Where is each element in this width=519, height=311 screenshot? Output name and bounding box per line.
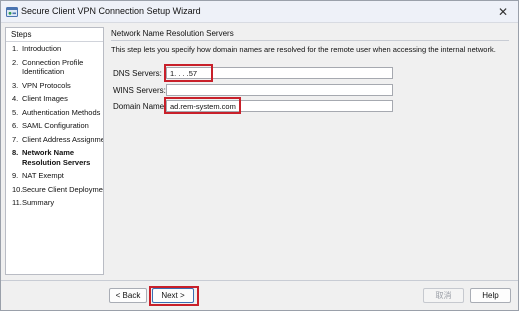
domain-name-label: Domain Name: — [113, 102, 167, 111]
step-secure-client-deployment: 10. Secure Client Deployme — [12, 184, 103, 194]
step-label: Secure Client Deployme — [22, 184, 103, 194]
wizard-window: Secure Client VPN Connection Setup Wizar… — [0, 0, 519, 311]
step-vpn-protocols: 3. VPN Protocols — [6, 81, 103, 91]
section-title: Network Name Resolution Servers — [111, 29, 234, 38]
wins-servers-label: WINS Servers: — [113, 86, 166, 95]
step-label: VPN Protocols — [22, 80, 71, 90]
help-button[interactable]: Help — [470, 288, 511, 303]
step-client-address-assignment: 7. Client Address Assignme — [12, 134, 103, 144]
step-saml-configuration: 6. SAML Configuration — [6, 121, 103, 131]
step-label: Summary — [22, 198, 55, 207]
dns-servers-input[interactable] — [166, 67, 393, 79]
step-nat-exempt: 9. NAT Exempt — [6, 171, 103, 181]
step-description: This step lets you specify how domain na… — [111, 45, 496, 54]
step-label: Connection Profile Identification — [22, 57, 84, 77]
close-icon[interactable]: ✕ — [492, 3, 514, 21]
cancel-button[interactable]: 取消 — [423, 288, 464, 303]
footer-divider — [1, 280, 518, 281]
step-introduction: 1. Introduction — [6, 44, 103, 54]
step-label: SAML Configuration — [22, 121, 89, 130]
step-label: NAT Exempt — [22, 171, 64, 180]
step-connection-profile: 2. Connection Profile Identification — [6, 58, 103, 77]
steps-header: Steps — [6, 28, 103, 42]
content-panel: Network Name Resolution Servers This ste… — [107, 27, 514, 275]
step-summary: 11. Summary — [6, 198, 103, 208]
wins-servers-input[interactable] — [166, 84, 393, 96]
step-client-images: 4. Client Images — [6, 94, 103, 104]
dns-servers-label: DNS Servers: — [113, 69, 162, 78]
window-title: Secure Client VPN Connection Setup Wizar… — [21, 6, 201, 16]
section-divider — [111, 40, 509, 41]
step-network-name-resolution: 8. Network Name Resolution Servers — [6, 148, 103, 167]
step-authentication-methods: 5. Authentication Methods — [6, 108, 103, 118]
step-label: Introduction — [22, 44, 62, 53]
next-button[interactable]: Next > — [152, 288, 194, 303]
steps-list: 1. Introduction 2. Connection Profile Id… — [6, 44, 103, 212]
step-label: Client Address Assignme — [22, 134, 103, 144]
steps-panel: Steps 1. Introduction 2. Connection Prof… — [5, 27, 104, 275]
vpn-wizard-icon — [6, 7, 18, 17]
step-label: Authentication Methods — [22, 107, 101, 117]
back-button[interactable]: < Back — [109, 288, 147, 303]
title-bar: Secure Client VPN Connection Setup Wizar… — [1, 1, 518, 23]
step-label: Network Name Resolution Servers — [22, 148, 91, 167]
domain-name-input[interactable] — [166, 100, 393, 112]
step-label: Client Images — [22, 94, 68, 103]
